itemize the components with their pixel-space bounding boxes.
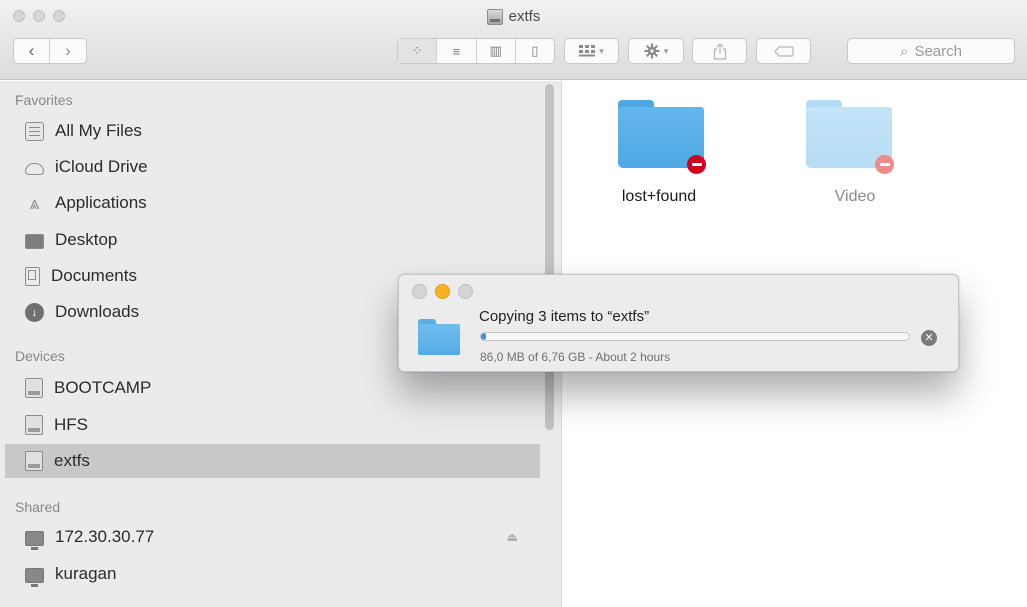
folder-lost-found[interactable] [618, 100, 706, 174]
copy-status: 86,0 MB of 6,76 GB - About 2 hours [480, 350, 671, 364]
list-view-button[interactable]: ≡ [437, 39, 477, 63]
sidebar-item-label: Applications [55, 193, 147, 212]
network-computer-icon [25, 567, 44, 587]
no-entry-badge-icon [875, 155, 894, 174]
applications-icon: ⩓ [29, 192, 40, 213]
sidebar-item-label: 172.30.30.77 [55, 527, 155, 546]
window-title-text: extfs [508, 8, 541, 25]
action-button[interactable]: ▾ [628, 38, 684, 64]
sidebar-item-icloud-drive[interactable]: iCloud Drive [5, 150, 540, 184]
search-icon: ⌕ [900, 42, 909, 60]
disk-icon [25, 378, 43, 398]
icon-view-button[interactable]: ⁘ [398, 39, 438, 63]
sidebar-scrollbar[interactable] [545, 84, 554, 430]
search-field[interactable]: ⌕ Search [847, 38, 1015, 64]
sidebar-item-label: Downloads [55, 302, 140, 321]
desktop-icon [25, 233, 44, 249]
copy-progress-fill [481, 333, 487, 340]
folder-icon [418, 319, 460, 355]
sidebar-item-label: All My Files [55, 121, 142, 140]
share-icon [713, 42, 726, 60]
column-view-button[interactable]: ▥ [477, 39, 516, 63]
tag-icon [773, 45, 794, 57]
sidebar-item-desktop[interactable]: Desktop [5, 223, 540, 257]
sidebar-item-bootcamp[interactable]: BOOTCAMP [5, 371, 540, 405]
sidebar-item-hfs[interactable]: HFS [5, 408, 540, 442]
tags-button[interactable] [756, 38, 811, 64]
back-button[interactable]: ‹ [14, 39, 51, 63]
sidebar-item-kuragan[interactable]: kuragan [5, 557, 540, 591]
chevron-down-icon: ▾ [663, 45, 669, 56]
copy-progress-dialog: Copying 3 items to “extfs” ✕ 86,0 MB of … [398, 274, 959, 372]
sidebar-item-label: Documents [51, 266, 137, 285]
sidebar-item-label: BOOTCAMP [54, 378, 152, 397]
arrange-grid-icon [579, 45, 596, 57]
sidebar-item-all-my-files[interactable]: All My Files [5, 114, 540, 148]
all-my-files-icon [25, 121, 44, 141]
window-title: extfs [0, 8, 1027, 25]
sidebar-item-label: HFS [54, 415, 88, 434]
sidebar-item-label: kuragan [55, 564, 117, 583]
sidebar-item-label: Desktop [55, 230, 118, 249]
cancel-copy-button[interactable]: ✕ [921, 330, 937, 346]
chevron-down-icon: ▾ [599, 45, 604, 56]
copy-title: Copying 3 items to “extfs” [479, 308, 650, 325]
copy-progress-bar [480, 332, 910, 341]
navigation-buttons: ‹ › [13, 38, 87, 64]
dialog-minimize-button[interactable] [435, 284, 450, 299]
sidebar-item-172-30-30-77[interactable]: 172.30.30.77 ⏏ [5, 520, 540, 554]
dialog-zoom-button[interactable] [458, 284, 473, 299]
eject-icon[interactable]: ⏏ [507, 530, 518, 544]
search-placeholder: Search [914, 42, 962, 60]
drive-icon [486, 8, 503, 25]
sidebar-section-favorites: Favorites [15, 92, 73, 108]
documents-icon [25, 266, 40, 286]
downloads-icon: ↓ [25, 302, 44, 322]
no-entry-badge-icon [687, 155, 706, 174]
sidebar-section-shared: Shared [15, 499, 61, 515]
finder-toolbar: extfs ‹ › ⁘ ≡ ▥ ▯ ▾ ▾ ⌕ Search [0, 0, 1027, 80]
folder-video[interactable] [806, 100, 894, 174]
network-computer-icon [25, 530, 44, 550]
dialog-close-button[interactable] [412, 284, 427, 299]
sidebar-section-devices: Devices [15, 348, 65, 364]
sidebar-item-label: iCloud Drive [55, 157, 148, 176]
sidebar-item-label: extfs [54, 451, 90, 470]
arrange-button[interactable]: ▾ [564, 38, 619, 64]
icloud-drive-icon [25, 163, 44, 175]
sidebar-item-extfs[interactable]: extfs [5, 444, 540, 478]
sidebar-item-applications[interactable]: ⩓ Applications [5, 186, 540, 220]
dialog-window-controls [412, 284, 473, 299]
folder-label-lost-found[interactable]: lost+found [589, 188, 729, 206]
folder-label-video[interactable]: Video [785, 188, 925, 206]
view-mode-buttons: ⁘ ≡ ▥ ▯ [397, 38, 555, 64]
disk-icon [25, 415, 43, 435]
share-button[interactable] [692, 38, 747, 64]
disk-icon [25, 451, 43, 471]
forward-button[interactable]: › [50, 39, 86, 63]
cover-flow-view-button[interactable]: ▯ [516, 39, 554, 63]
gear-icon [644, 43, 660, 59]
